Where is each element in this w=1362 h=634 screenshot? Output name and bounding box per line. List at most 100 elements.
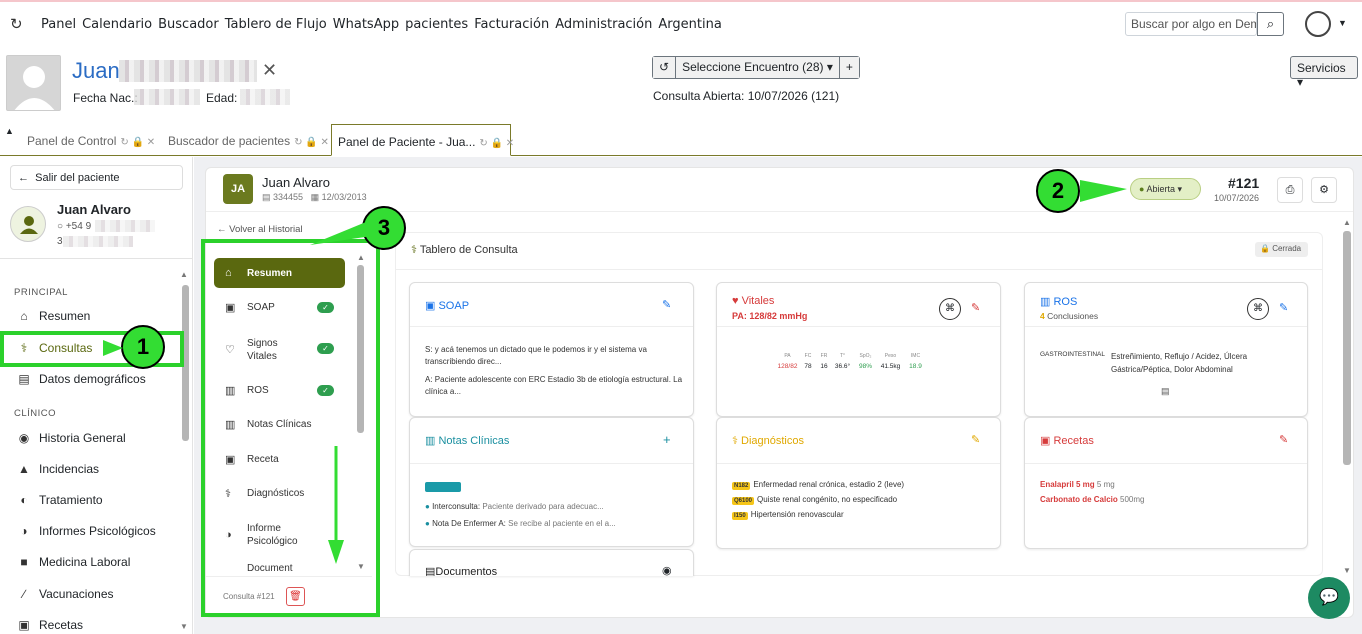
recetas-card[interactable]: ▣ Recetas ✎ Enalapril 5 mg 5 mg Carbonat…: [1024, 417, 1308, 549]
stethoscope-icon: ⚕: [411, 244, 417, 256]
home-icon: ⌂: [20, 309, 28, 323]
sidebar-item-medicina-laboral[interactable]: ■ Medicina Laboral: [16, 552, 130, 572]
nav-argentina[interactable]: Argentina: [655, 17, 724, 32]
tab-buscador-pacientes[interactable]: Buscador de pacientes ↻ 🔒 ✕: [162, 124, 335, 156]
sidebar-divider: [0, 258, 192, 259]
prescription-icon: ▣: [1040, 435, 1051, 447]
close-patient-icon[interactable]: ✕: [262, 60, 277, 81]
diagnosticos-card[interactable]: ⚕ Diagnósticos ✎ N182 Enfermedad renal cr…: [716, 417, 1001, 549]
expand-ros-icon[interactable]: ⌘: [1247, 298, 1269, 320]
consultation-patient-meta: ▤ 334455 ▦ 12/03/2013: [262, 192, 367, 202]
sidebar-patient-name: Juan Alvaro: [57, 202, 131, 217]
nav-tablero-flujo[interactable]: Tablero de Flujo: [222, 17, 330, 32]
consultation-number: #121: [1228, 175, 1260, 191]
section-clinico: CLÍNICO: [14, 408, 57, 419]
diagnosis-item: Q6100 Quiste renal congénito, no especifi…: [732, 495, 898, 505]
nav-whatsapp[interactable]: WhatsApp: [330, 17, 402, 32]
patient-avatar: [6, 55, 61, 111]
main-scrollbar[interactable]: [1343, 231, 1351, 465]
sidebar-item-informes[interactable]: ◑ Informes Psicológicos: [16, 521, 155, 541]
soap-s-text: S: y acá tenemos un dictado que le podem…: [425, 345, 647, 366]
scroll-up-icon[interactable]: ▲: [180, 270, 188, 279]
redacted-phone: [95, 220, 155, 232]
encounter-dropdown[interactable]: Seleccione Encuentro (28) ▾: [676, 57, 840, 78]
sidebar-item-recetas[interactable]: ▣ Recetas: [16, 615, 83, 634]
nav-administracion[interactable]: Administración: [552, 17, 655, 32]
pill-icon: ◐: [20, 493, 28, 507]
receta-item: Enalapril 5 mg 5 mg: [1040, 480, 1115, 489]
clipboard-icon: ▥: [1040, 296, 1051, 308]
status-badge[interactable]: ● Abierta ▾: [1130, 178, 1201, 200]
dashboard-title: ⚕ Tablero de Consulta: [411, 244, 518, 256]
redacted-age: [240, 89, 290, 105]
history-icon[interactable]: ↺: [653, 57, 677, 78]
chat-icon: 💬: [1319, 589, 1339, 606]
syringe-icon: ∕: [22, 587, 25, 601]
scroll-down-icon[interactable]: ▼: [180, 622, 188, 631]
user-account-icon[interactable]: [1305, 11, 1331, 37]
open-consultation-label: Consulta Abierta: 10/07/2026 (121): [653, 89, 840, 103]
eye-icon[interactable]: ◉: [662, 564, 672, 576]
sidebar-item-vacunaciones[interactable]: ∕ Vacunaciones: [16, 584, 114, 604]
closed-badge: 🔒 Cerrada: [1255, 242, 1308, 257]
nav-panel[interactable]: Panel: [38, 17, 79, 32]
caret-up-icon[interactable]: ▲: [5, 126, 14, 136]
vitales-card[interactable]: ♥ Vitales PA: 128/82 mmHg ⌘ ✎ PA FC FR T…: [716, 282, 1001, 417]
brain-icon: ◑: [20, 524, 28, 538]
notas-title: ▥ Notas Clínicas: [425, 435, 510, 447]
patient-document: 3: [57, 236, 63, 247]
documentos-card[interactable]: ▤Documentos ◉: [409, 549, 694, 576]
edit-diagnosticos-icon[interactable]: ✎: [971, 433, 980, 446]
age-label: Edad:: [206, 91, 238, 105]
edit-recetas-icon[interactable]: ✎: [1279, 433, 1288, 446]
recetas-title: ▣ Recetas: [1040, 435, 1094, 447]
edit-ros-icon[interactable]: ✎: [1279, 301, 1288, 314]
ros-card[interactable]: ▥ ROS 4 Conclusiones ⌘ ✎ GASTROINTESTINA…: [1024, 282, 1308, 417]
main-menu: Panel Calendario Buscador Tablero de Flu…: [38, 17, 725, 32]
printer-icon: ⎙: [1285, 184, 1295, 196]
consultation-date: 10/07/2026: [1214, 193, 1260, 203]
nav-buscador[interactable]: Buscador: [155, 17, 222, 32]
sidebar-item-tratamiento[interactable]: ◐ Tratamiento: [16, 490, 102, 510]
tab-panel-control[interactable]: Panel de Control ↻ 🔒 ✕: [21, 124, 161, 156]
servicios-dropdown[interactable]: Servicios ▾: [1290, 56, 1358, 89]
documentos-title: ▤Documentos: [425, 566, 498, 576]
edit-soap-icon[interactable]: ✎: [662, 298, 671, 311]
add-encounter-button[interactable]: +: [839, 57, 859, 78]
nav-facturacion[interactable]: Facturación: [471, 17, 552, 32]
search-button[interactable]: ⌕: [1257, 12, 1284, 36]
nav-calendario[interactable]: Calendario: [79, 17, 155, 32]
diagnosis-item: N182 Enfermedad renal crónica, estadio 2 …: [732, 480, 905, 490]
sidebar-item-resumen[interactable]: ⌂ Resumen: [16, 306, 90, 326]
patient-user-icon: [10, 206, 46, 242]
ros-system: GASTROINTESTINAL: [1040, 351, 1106, 358]
expand-vitales-icon[interactable]: ⌘: [939, 298, 961, 320]
edit-vitales-icon[interactable]: ✎: [971, 301, 980, 314]
settings-button[interactable]: ⚙: [1311, 177, 1337, 203]
soap-card[interactable]: ▣ SOAP ✎ S: y acá tenemos un dictado que…: [409, 282, 694, 417]
vitales-values: 128/82 78 16 36.6° 98% 41.5kg 18.9: [777, 363, 922, 370]
patient-name: Juan: [72, 58, 120, 83]
exit-patient-button[interactable]: ← Salir del paciente: [10, 165, 183, 190]
file-icon[interactable]: ▤: [1161, 386, 1170, 397]
sidebar-item-historia[interactable]: ◉ Historia General: [16, 428, 126, 448]
redacted-surname: [119, 60, 257, 82]
redacted-document: [63, 236, 133, 247]
print-button[interactable]: ⎙: [1277, 177, 1303, 203]
add-note-icon[interactable]: +: [663, 432, 671, 447]
scroll-down-icon[interactable]: ▼: [1343, 566, 1351, 575]
nav-pacientes[interactable]: pacientes: [402, 17, 471, 32]
tab-panel-paciente[interactable]: Panel de Paciente - Jua... ↻ 🔒 ✕: [331, 124, 514, 156]
chat-button[interactable]: 💬: [1308, 577, 1350, 619]
back-to-history-link[interactable]: ← Volver al Historial: [217, 224, 303, 235]
patient-phone: ○ +54 9: [57, 221, 92, 232]
chevron-down-icon[interactable]: ▼: [1338, 18, 1347, 28]
sidebar-item-datos[interactable]: ▤ Datos demográficos: [16, 369, 145, 389]
sidebar-item-incidencias[interactable]: ▲ Incidencias: [16, 459, 99, 479]
scroll-up-icon[interactable]: ▲: [1343, 218, 1351, 227]
note-interconsulta: ● Interconsulta: Paciente derivado para …: [425, 502, 604, 511]
notas-card[interactable]: ▥ Notas Clínicas + ● Interconsulta: Paci…: [409, 417, 694, 547]
search-input[interactable]: Buscar por algo en Demog: [1125, 12, 1257, 36]
brand-logo-icon[interactable]: ↻: [10, 15, 26, 33]
ros-findings: Estreñimiento, Reflujo / Acidez, Úlcera …: [1111, 352, 1248, 374]
